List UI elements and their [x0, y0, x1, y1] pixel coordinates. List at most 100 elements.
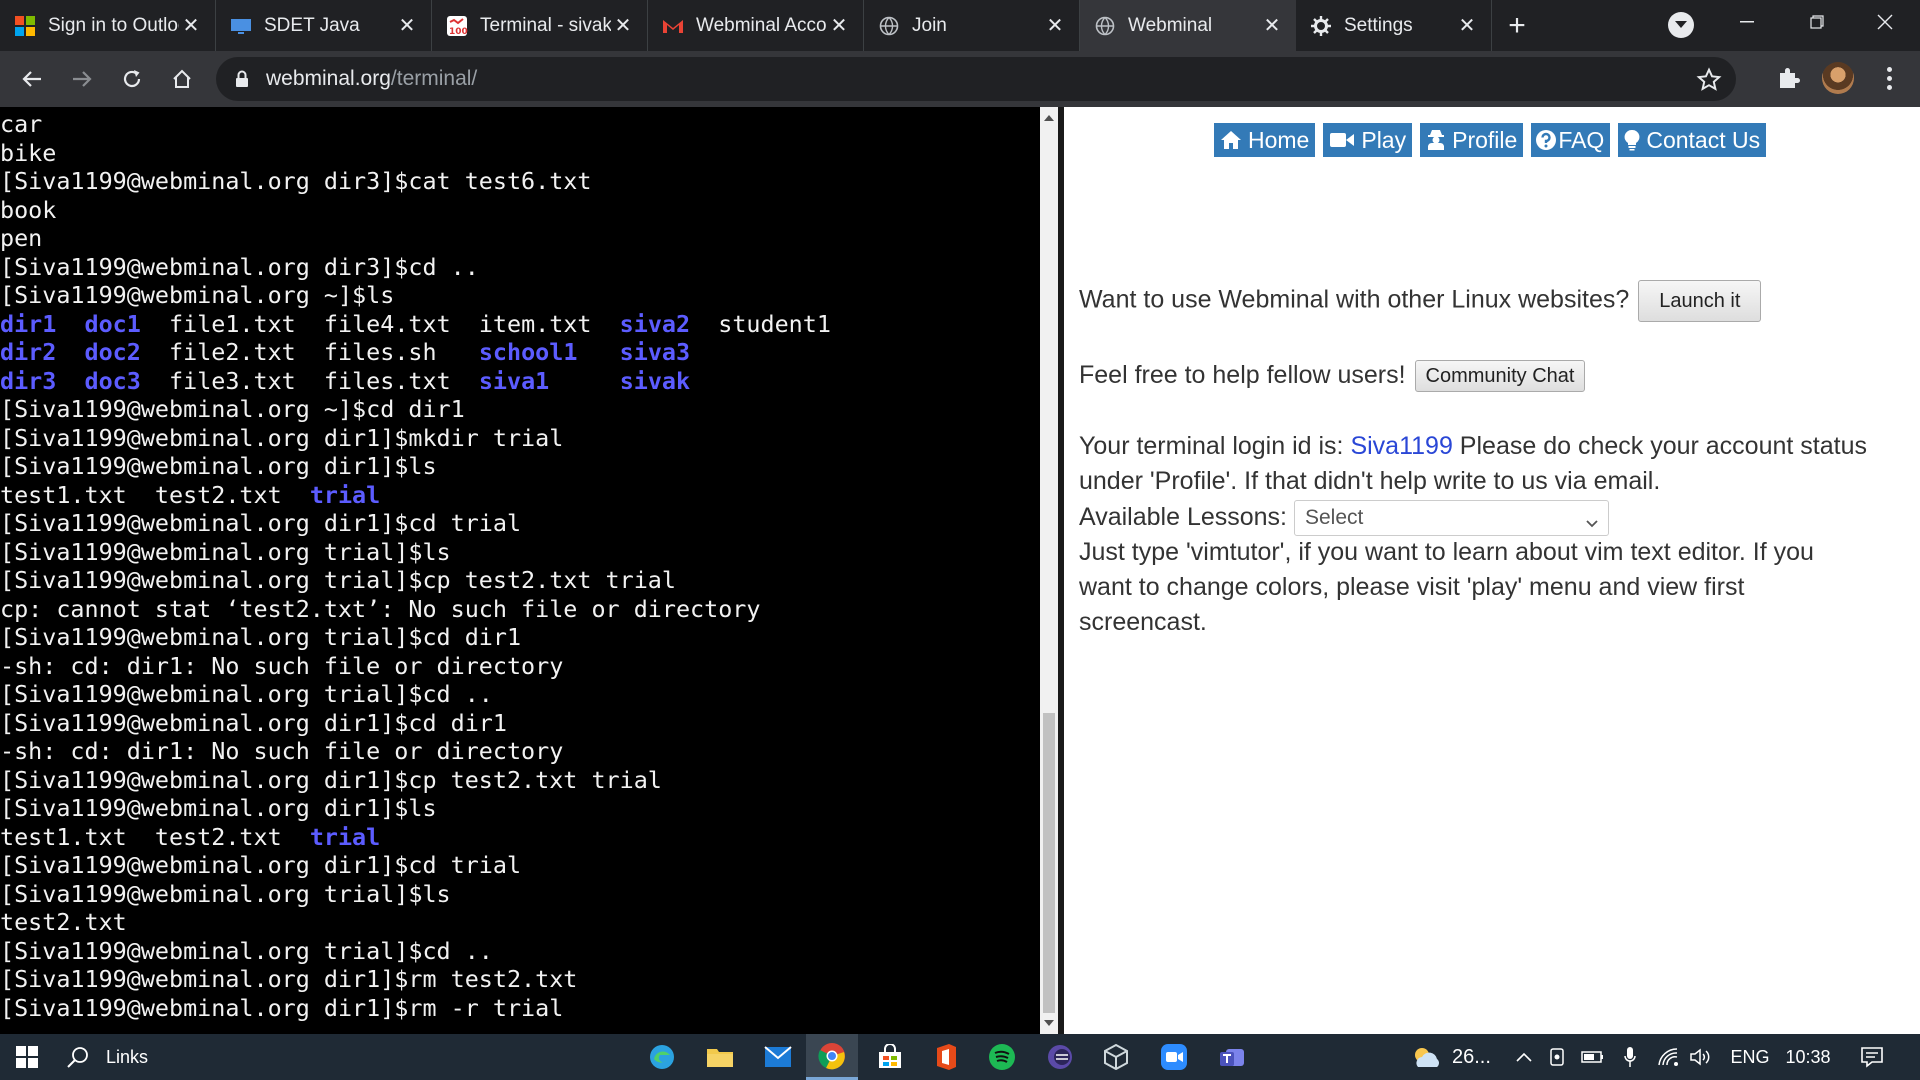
- office-icon[interactable]: [922, 1034, 970, 1080]
- browser-tab[interactable]: 100 Terminal - sivak ✕: [432, 0, 648, 51]
- browser-tab[interactable]: SDET Java ✕: [216, 0, 432, 51]
- terminal-line: [Siva1199@webminal.org trial]$cd ..: [0, 937, 1040, 966]
- browser-menu-icon[interactable]: [1874, 63, 1904, 93]
- terminal-text: file2.txt files.sh: [140, 338, 479, 366]
- browser-tab[interactable]: Sign in to Outlook✕: [0, 0, 216, 51]
- lessons-select[interactable]: Select: [1293, 500, 1609, 537]
- terminal-line: [Siva1199@webminal.org ~]$cd dir1: [0, 395, 1040, 424]
- terminal-line: [Siva1199@webminal.org dir1]$rm -r trial: [0, 994, 1040, 1023]
- browser-tab[interactable]: Webminal ✕: [1080, 0, 1296, 51]
- scrollbar-thumb[interactable]: [1043, 713, 1055, 1013]
- terminal-text: [Siva1199@webminal.org dir1]$cp test2.tx…: [0, 765, 662, 794]
- tab-close-icon[interactable]: ✕: [1455, 14, 1479, 38]
- terminal-text: [Siva1199@webminal.org dir3]$cd ..: [0, 252, 479, 281]
- terminal-line: [Siva1199@webminal.org dir3]$cd ..: [0, 253, 1040, 282]
- chevron-up-icon[interactable]: [1512, 1034, 1536, 1080]
- terminal-line: [Siva1199@webminal.org dir1]$rm test2.tx…: [0, 965, 1040, 994]
- account-info: Your terminal login id is: Siva1199 Plea…: [1079, 429, 1919, 640]
- chrome-icon[interactable]: [806, 1034, 858, 1080]
- terminal-directory-name: school1: [478, 338, 578, 366]
- extensions-puzzle-icon[interactable]: [1775, 63, 1805, 93]
- restore-icon[interactable]: [1782, 0, 1852, 44]
- login-help-text: under 'Profile'. If that didn't help wri…: [1079, 467, 1661, 495]
- terminal-text: [Siva1199@webminal.org dir1]$cd dir1: [0, 708, 507, 737]
- login-id-link[interactable]: Siva1199: [1350, 432, 1452, 460]
- lock-icon[interactable]: [230, 67, 254, 91]
- bookmark-star-icon[interactable]: [1696, 67, 1722, 93]
- nav-faq-button[interactable]: FAQ: [1531, 123, 1611, 157]
- gmail-icon: [662, 15, 684, 37]
- store-icon[interactable]: [866, 1034, 914, 1080]
- teams-icon[interactable]: [1208, 1034, 1256, 1080]
- battery-icon[interactable]: [1580, 1034, 1606, 1080]
- terminal-text: [Siva1199@webminal.org dir1]$ls: [0, 452, 437, 480]
- eclipse-icon[interactable]: [1036, 1034, 1084, 1080]
- edge-icon[interactable]: [638, 1034, 686, 1080]
- terminal-line: [Siva1199@webminal.org dir1]$cd trial: [0, 509, 1040, 538]
- tab-strip: Sign in to Outlook✕SDET Java✕100Terminal…: [0, 0, 1920, 51]
- nav-home-button[interactable]: Home: [1214, 123, 1316, 157]
- microphone-icon[interactable]: [1618, 1034, 1642, 1080]
- zoom-icon[interactable]: [1150, 1034, 1198, 1080]
- browser-tab[interactable]: Webminal Account✕: [648, 0, 864, 51]
- lessons-label: Available Lessons:: [1079, 503, 1288, 531]
- nav-profile-button[interactable]: Profile: [1420, 123, 1524, 157]
- tab-title: Webminal Account: [696, 14, 827, 36]
- terminal-scrollbar[interactable]: [1040, 107, 1058, 1034]
- gear-icon: [1310, 15, 1332, 37]
- tab-close-icon[interactable]: ✕: [395, 14, 419, 38]
- file-explorer-icon[interactable]: [696, 1034, 744, 1080]
- terminal-100-icon: 100: [446, 15, 468, 37]
- windows-start-icon[interactable]: [0, 1034, 54, 1080]
- nav-contact-button[interactable]: Contact Us: [1618, 123, 1767, 157]
- volume-icon[interactable]: [1688, 1034, 1714, 1080]
- minimize-icon[interactable]: [1712, 0, 1782, 44]
- terminal-line: [Siva1199@webminal.org dir1]$ls: [0, 794, 1040, 823]
- launch-it-button[interactable]: Launch it: [1638, 280, 1762, 322]
- community-chat-button[interactable]: Community Chat: [1414, 360, 1586, 393]
- wifi-icon[interactable]: [1654, 1034, 1682, 1080]
- scroll-down-arrow-icon[interactable]: [1044, 1020, 1054, 1026]
- terminal-text: [Siva1199@webminal.org dir1]$ls: [0, 794, 437, 822]
- notifications-icon[interactable]: [1854, 1034, 1890, 1080]
- tab-close-icon[interactable]: ✕: [1260, 14, 1284, 38]
- terminal-text: [Siva1199@webminal.org trial]$ls: [0, 537, 451, 566]
- virtualbox-icon[interactable]: [1092, 1034, 1140, 1080]
- terminal-output[interactable]: car bike [Siva1199@webminal.org dir3]$cat …: [0, 107, 1040, 1034]
- tab-search-icon[interactable]: [1668, 12, 1694, 38]
- tab-close-icon[interactable]: ✕: [1043, 14, 1067, 38]
- webminal-info-pane: Home Play Profile FAQ Contact Us Want to…: [1064, 107, 1920, 1034]
- language-label: ENG: [1730, 1046, 1770, 1067]
- back-icon[interactable]: [8, 55, 56, 103]
- profile-avatar[interactable]: [1822, 62, 1854, 94]
- terminal-line: -sh: cd: dir1: No such file or directory: [0, 652, 1040, 681]
- window-close-icon[interactable]: [1850, 0, 1920, 44]
- forward-icon[interactable]: [58, 55, 106, 103]
- address-bar[interactable]: webminal.org/terminal/: [216, 57, 1736, 101]
- vim-text-line-2: want to change colors, please visit 'pla…: [1079, 573, 1745, 601]
- clock[interactable]: 10:38: [1780, 1034, 1836, 1080]
- mail-icon[interactable]: [754, 1034, 802, 1080]
- tab-close-icon[interactable]: ✕: [179, 14, 203, 38]
- language-indicator[interactable]: ENG: [1728, 1034, 1772, 1080]
- tab-close-icon[interactable]: ✕: [827, 14, 851, 38]
- browser-tab[interactable]: Join ✕: [864, 0, 1080, 51]
- terminal-line: car: [0, 110, 1040, 139]
- browser-tab[interactable]: Settings ✕: [1296, 0, 1492, 51]
- question-circle-icon: [1535, 129, 1557, 151]
- reload-icon[interactable]: [108, 55, 156, 103]
- taskbar-search[interactable]: Links: [66, 1034, 246, 1080]
- home-icon[interactable]: [158, 55, 206, 103]
- new-tab-button[interactable]: +: [1492, 0, 1542, 51]
- terminal-line: [Siva1199@webminal.org dir1]$cd dir1: [0, 709, 1040, 738]
- terminal-text: [Siva1199@webminal.org ~]$ls: [0, 281, 395, 309]
- spotify-icon[interactable]: [978, 1034, 1026, 1080]
- scroll-up-arrow-icon[interactable]: [1044, 115, 1054, 121]
- nav-play-button[interactable]: Play: [1323, 123, 1413, 157]
- meet-now-icon[interactable]: [1546, 1034, 1570, 1080]
- partly-cloudy-icon: [1410, 1045, 1444, 1069]
- nav-faq-label: FAQ: [1558, 126, 1605, 153]
- tab-close-icon[interactable]: ✕: [611, 14, 635, 38]
- terminal-line: book: [0, 196, 1040, 225]
